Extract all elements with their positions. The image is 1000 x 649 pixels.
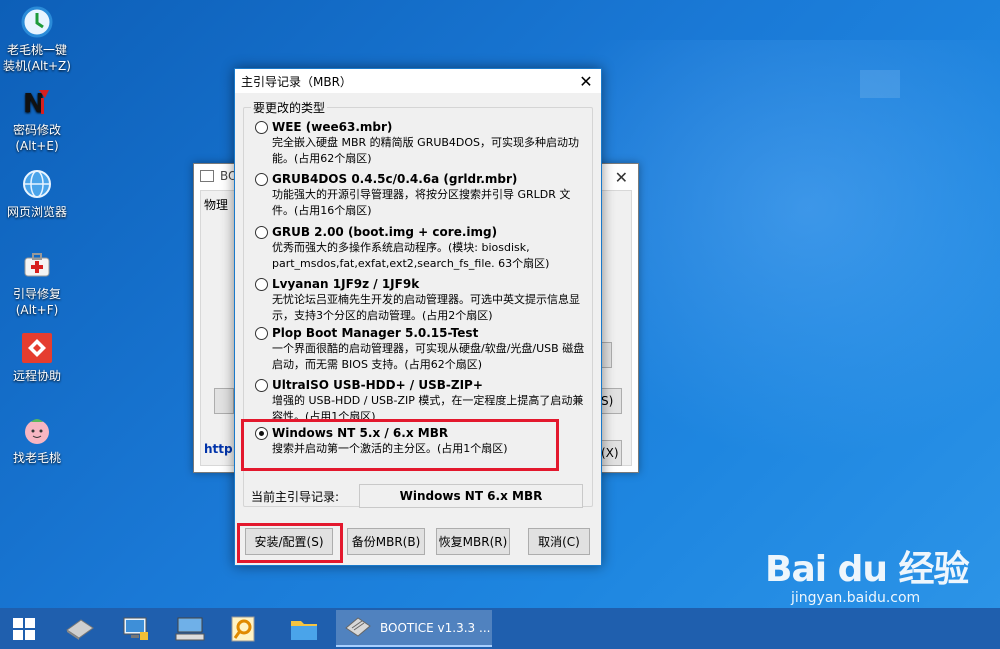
taskbar-search[interactable] (220, 612, 268, 646)
option-name: Windows NT 5.x / 6.x MBR (272, 426, 449, 440)
watermark-url: jingyan.baidu.com (791, 590, 921, 606)
remote-icon (22, 333, 52, 363)
folder-icon (291, 621, 317, 640)
radio-button[interactable] (255, 120, 268, 134)
mbr-type-group: 要更改的类型 WEE (wee63.mbr) 完全嵌入硬盘 MBR 的精简版 G… (243, 99, 593, 538)
desktop-icon-password[interactable]: N 密码修改 (Alt+E) (0, 86, 74, 154)
peach-icon (25, 419, 49, 444)
taskbar: BOOTICE v1.3.3 ... (0, 608, 1000, 649)
option-plop[interactable]: Plop Boot Manager 5.0.15-Test 一个界面很酷的启动管… (255, 325, 585, 373)
bootice-app-icon (200, 170, 214, 182)
taskbar-app-label: BOOTICE v1.3.3 ... (380, 620, 491, 635)
cancel-button[interactable]: 取消(C) (528, 528, 590, 555)
option-ultraiso[interactable]: UltraISO USB-HDD+ / USB-ZIP+ 增强的 USB-HDD… (255, 377, 585, 425)
desktop-icon-label: 引导修复 (Alt+F) (12, 287, 61, 317)
mbr-dialog-title: 主引导记录（MBR） (241, 74, 352, 89)
mbr-dialog-titlebar[interactable]: 主引导记录（MBR） ✕ (235, 69, 601, 93)
taskbar-explorer[interactable] (280, 612, 328, 646)
desktop-icon-remote[interactable]: 远程协助 (0, 332, 74, 384)
baidu-watermark: Bai du 经验 jingyan.baidu.com (765, 540, 970, 606)
close-icon[interactable]: ✕ (615, 168, 628, 187)
current-mbr-label: 当前主引导记录: (251, 490, 340, 504)
option-grub2[interactable]: GRUB 2.00 (boot.img + core.img) 优秀而强大的多操… (255, 224, 585, 272)
back-homepage-link[interactable]: http: (204, 442, 237, 456)
taskbar-drive-tool[interactable] (56, 612, 104, 646)
watermark-logo: Bai du 经验 (765, 549, 970, 590)
radio-button[interactable] (255, 277, 268, 291)
option-desc: 无忧论坛吕亚楠先生开发的启动管理器。可选中英文提示信息显示，支持3个分区的启动管… (272, 293, 580, 322)
desktop-icon-install[interactable]: 老毛桃一键 装机(Alt+Z) (0, 6, 74, 74)
browser-icon (23, 170, 51, 198)
option-desc: 搜索并启动第一个激活的主分区。(占用1个扇区) (272, 442, 508, 455)
hard-drive-icon (66, 619, 94, 640)
mbr-dialog[interactable]: 主引导记录（MBR） ✕ 要更改的类型 WEE (wee63.mbr) 完全嵌入… (234, 68, 602, 566)
option-wee[interactable]: WEE (wee63.mbr) 完全嵌入硬盘 MBR 的精简版 GRUB4DOS… (255, 119, 585, 167)
restore-mbr-button[interactable]: 恢复MBR(R) (436, 528, 510, 555)
current-mbr-row: 当前主引导记录: Windows NT 6.x MBR (243, 479, 593, 513)
option-name: GRUB4DOS 0.4.5c/0.4.6a (grldr.mbr) (272, 172, 518, 186)
keyboard-icon (175, 617, 205, 641)
option-desc: 一个界面很酷的启动管理器，可实现从硬盘/软盘/光盘/USB 磁盘启动，而无需 B… (272, 342, 585, 371)
group-label: 要更改的类型 (251, 99, 328, 116)
windows-start-icon (13, 618, 35, 640)
magnifier-icon (231, 616, 255, 642)
back-button-left[interactable] (214, 388, 234, 414)
desktop-icon-browser[interactable]: 网页浏览器 (0, 168, 74, 220)
desktop-decoration (860, 70, 900, 98)
desktop-icon-peach[interactable]: 找老毛桃 (0, 414, 74, 466)
computer-icon (123, 617, 148, 640)
desktop-icon-label: 网页浏览器 (6, 205, 67, 219)
option-name: Plop Boot Manager 5.0.15-Test (272, 326, 479, 340)
backup-mbr-button[interactable]: 备份MBR(B) (347, 528, 425, 555)
desktop-icon-boot-repair[interactable]: 引导修复 (Alt+F) (0, 250, 74, 318)
option-desc: 优秀而强大的多操作系统启动程序。(模块: biosdisk, part_msdo… (272, 241, 550, 270)
desktop-icon-label: 老毛桃一键 装机(Alt+Z) (3, 43, 71, 73)
radio-button[interactable] (255, 225, 268, 239)
taskbar-computer[interactable] (112, 612, 160, 646)
option-lvyanan[interactable]: Lvyanan 1JF9z / 1JF9k 无忧论坛吕亚楠先生开发的启动管理器。… (255, 276, 585, 324)
radio-button[interactable] (255, 326, 268, 340)
option-desc: 完全嵌入硬盘 MBR 的精简版 GRUB4DOS，可实现多种启动功能。(占用62… (272, 136, 580, 165)
desktop-icon-label: 找老毛桃 (12, 451, 61, 465)
password-icon: N (23, 89, 49, 118)
bootice-taskbar-icon (345, 616, 371, 637)
option-name: Lvyanan 1JF9z / 1JF9k (272, 277, 420, 291)
option-windows-nt[interactable]: Windows NT 5.x / 6.x MBR 搜索并启动第一个激活的主分区。… (255, 425, 585, 457)
close-icon[interactable]: ✕ (571, 72, 601, 91)
option-grub4dos[interactable]: GRUB4DOS 0.4.5c/0.4.6a (grldr.mbr) 功能强大的… (255, 171, 585, 219)
desktop-icon-label: 远程协助 (12, 369, 61, 383)
taskbar-app-bootice[interactable]: BOOTICE v1.3.3 ... (336, 610, 492, 647)
start-button[interactable] (0, 612, 48, 646)
radio-button-selected[interactable] (255, 426, 268, 440)
desktop-icon-label: 密码修改 (Alt+E) (12, 123, 61, 153)
option-desc: 增强的 USB-HDD / USB-ZIP 模式，在一定程度上提高了启动兼容性。… (272, 394, 584, 423)
radio-button[interactable] (255, 172, 268, 186)
current-mbr-value: Windows NT 6.x MBR (359, 484, 583, 508)
tab-physical-disk[interactable]: 物理 (204, 196, 228, 213)
install-icon (21, 6, 53, 38)
boot-repair-icon (24, 253, 50, 277)
install-config-button[interactable]: 安装/配置(S) (245, 528, 333, 555)
option-name: WEE (wee63.mbr) (272, 120, 393, 134)
option-name: GRUB 2.00 (boot.img + core.img) (272, 225, 498, 239)
option-name: UltraISO USB-HDD+ / USB-ZIP+ (272, 378, 483, 392)
option-desc: 功能强大的开源引导管理器，将按分区搜索并引导 GRLDR 文件。(占用16个扇区… (272, 188, 571, 217)
radio-button[interactable] (255, 378, 268, 392)
taskbar-keyboard[interactable] (166, 612, 214, 646)
